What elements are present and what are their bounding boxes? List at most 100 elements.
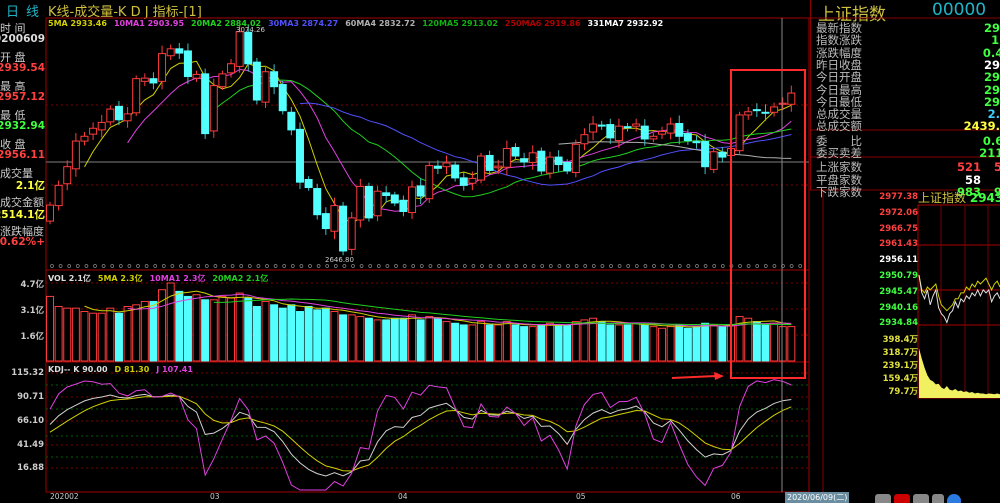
volume-bar: [718, 326, 727, 362]
divider-marker: [437, 264, 441, 268]
divider-marker: [342, 264, 347, 268]
info-value: 2957.12: [0, 91, 45, 103]
divider-marker: [497, 264, 502, 268]
legend-item: 10MA1 2.3亿: [149, 274, 206, 283]
volume-bar: [675, 324, 684, 362]
candle: [528, 152, 537, 163]
intraday-volume-label: 239.1万: [882, 361, 918, 371]
quote-row: 最新指数 2943: [816, 22, 1000, 34]
quote-label: 指数涨跌: [816, 33, 862, 48]
tab-icon-3[interactable]: [913, 494, 929, 503]
volume-bar: [761, 324, 770, 362]
divider-marker: [643, 264, 648, 268]
cursor-date-label: 2020/06/09(二): [785, 492, 850, 503]
candle: [390, 194, 399, 204]
candle: [192, 73, 201, 79]
divider-marker: [548, 264, 553, 268]
kdj-k-line: [49, 393, 792, 477]
quote-row: 今日最高 2951: [816, 84, 1000, 96]
candle: [227, 63, 236, 74]
candle: [451, 164, 460, 179]
quote-label: 最新指数: [816, 21, 862, 35]
kdj-axis-label: 115.32: [11, 368, 44, 378]
divider-marker: [50, 264, 54, 268]
candle: [416, 185, 425, 197]
tab-icon-1[interactable]: [875, 494, 891, 503]
divider-marker: [213, 264, 218, 268]
candle: [304, 178, 313, 188]
divider-marker: [136, 264, 140, 268]
divider-marker: [540, 264, 545, 268]
quote-label: 今日最高: [816, 82, 862, 97]
divider-marker: [755, 264, 760, 268]
volume-bar: [459, 324, 468, 362]
volume-bar: [692, 326, 701, 362]
quote-value: 2439.68: [963, 119, 1000, 134]
candle: [149, 78, 158, 84]
intraday-title: 上证指数 2943.75: [918, 189, 1000, 206]
legend-item: 120MA5 2913.02: [422, 19, 498, 28]
quote-value: 2951: [983, 82, 1000, 97]
divider-marker: [419, 264, 424, 268]
legend-item: 10MA1 2903.95: [113, 19, 185, 28]
kdj-axis-label: 41.49: [17, 440, 44, 450]
quote-value: 521: [956, 160, 981, 175]
legend-item: 5MA 2.3亿: [97, 274, 143, 283]
quote-row: 平盘家数 58: [816, 174, 1000, 186]
volume-bar: [494, 324, 503, 362]
volume-bar: [554, 324, 563, 362]
intraday-price-label: 2934.84: [879, 318, 918, 329]
volume-bar: [287, 304, 296, 362]
candle: [106, 108, 115, 123]
volume-bar: [649, 326, 658, 362]
divider-marker: [179, 264, 183, 268]
volume-bar: [373, 319, 382, 362]
quote-row: 昨日收盘 2956: [816, 59, 1000, 71]
volume-bar: [399, 317, 408, 362]
kdj-d-line: [49, 395, 792, 472]
quote-value: -0.42: [982, 45, 1000, 60]
divider-marker: [445, 264, 450, 268]
volume-axis-label: 3.1亿: [20, 306, 44, 316]
candle: [580, 134, 589, 145]
divider-marker: [316, 264, 321, 268]
info-panel: 时 间20200609开 盘2939.54最 高2957.12最 低2932.9…: [0, 18, 46, 264]
divider-marker: [514, 264, 519, 268]
quote-row: 上涨家数 521 5: [816, 161, 1000, 173]
divider-marker: [394, 264, 398, 268]
divider-marker: [385, 264, 390, 268]
volume-bar: [442, 321, 451, 362]
divider-marker: [686, 264, 691, 268]
candle: [718, 151, 727, 158]
quote-value: 2934: [983, 94, 1000, 109]
quote-row: 指数涨跌 ▼12: [816, 34, 1000, 46]
info-value: 2932.94: [0, 120, 45, 132]
candle: [675, 122, 684, 137]
time-axis-label: 04: [398, 492, 408, 501]
quote-label: 总成交额: [816, 119, 862, 134]
divider-marker: [127, 264, 132, 268]
assistant-icon[interactable]: [947, 494, 961, 503]
candle: [278, 84, 287, 112]
info-value: 2514.1亿: [0, 209, 45, 221]
candle: [606, 124, 615, 139]
candle: [425, 165, 434, 200]
quote-row: 涨跌幅度 -0.42: [816, 47, 1000, 59]
candle: [330, 205, 339, 232]
tab-icon-2[interactable]: [894, 494, 910, 503]
candle: [683, 133, 692, 142]
volume-bar: [683, 327, 692, 362]
volume-bar: [390, 317, 399, 362]
tab-icon-4[interactable]: [932, 494, 944, 503]
quote-value-extra: 5: [994, 160, 1000, 175]
volume-bar: [528, 326, 537, 362]
ma-legend: 5MA 2933.46 10MA1 2903.95 20MA2 2884.02 30M…: [48, 19, 670, 28]
divider-marker: [471, 264, 476, 268]
candle: [71, 140, 80, 170]
candle: [63, 166, 72, 185]
volume-bar: [330, 311, 339, 362]
divider-marker: [591, 264, 596, 268]
candle: [778, 102, 787, 105]
quote-panel: 最新指数 2943 指数涨跌 ▼12 涨跌幅度 -0.42 昨日收盘 2956 今日开盘 2951…: [810, 0, 1000, 198]
intraday-volume-label: 318.7万: [882, 348, 918, 358]
